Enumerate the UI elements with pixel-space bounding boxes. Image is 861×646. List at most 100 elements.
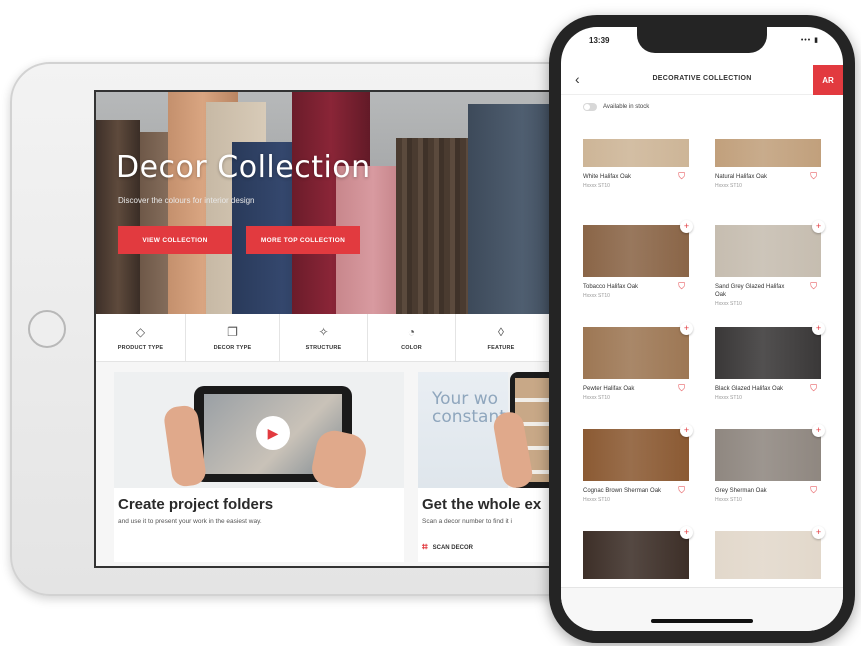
decor-tile[interactable]: + Grey Sherman Oak Hxxxx ST10 ⛉ (715, 424, 825, 503)
card-title: Create project folders (118, 496, 274, 513)
cart-icon[interactable]: ⛉ (810, 383, 817, 394)
layers-icon: ◇ (135, 325, 146, 339)
category-label: FEATURE (487, 345, 515, 351)
add-icon[interactable]: + (812, 322, 825, 335)
add-icon[interactable]: + (812, 220, 825, 233)
stock-filter-label: Available in stock (603, 104, 650, 110)
decor-name: Natural Halifax Oak (715, 174, 768, 180)
decor-tile[interactable]: + (715, 526, 825, 579)
phone-device: 13:39 ••• ▮ ‹ DECORATIVE COLLECTION AR A… (549, 15, 855, 643)
decor-code: Hxxxx ST10 (715, 301, 742, 307)
hero-banner: Decor Collection Discover the colours fo… (96, 92, 572, 314)
more-collection-button[interactable]: MORE TOP COLLECTION (246, 226, 360, 254)
hero-title: Decor Collection (116, 150, 371, 185)
decor-name: Tobacco Halifax Oak (583, 284, 639, 290)
decor-tile[interactable]: + Tobacco Halifax Oak Hxxxx ST10 ⛉ (583, 220, 693, 299)
phone-screen: 13:39 ••• ▮ ‹ DECORATIVE COLLECTION AR A… (561, 27, 843, 631)
cart-icon[interactable]: ⛉ (678, 171, 685, 182)
cart-icon[interactable]: ⛉ (810, 281, 817, 292)
decor-swatch[interactable]: + (715, 322, 825, 379)
drop-icon: ◊ (498, 325, 504, 339)
cart-icon[interactable]: ⛉ (678, 485, 685, 496)
decor-swatch[interactable]: + (583, 424, 693, 481)
status-icons: ••• ▮ (800, 37, 819, 44)
card-subtitle: Scan a decor number to find it i (422, 518, 512, 525)
cart-icon[interactable]: ⛉ (810, 485, 817, 496)
scan-decor-link[interactable]: ⌗ SCAN DECOR (422, 542, 473, 553)
phone-header-title: DECORATIVE COLLECTION (652, 75, 752, 82)
stack-icon: ❐ (227, 325, 238, 339)
decor-tile[interactable]: White Halifax Oak Hxxxx ST10 ⛉ (583, 139, 689, 189)
decor-swatch[interactable]: + (715, 424, 825, 481)
decor-swatch[interactable]: + (715, 526, 825, 579)
scan-icon: ⌗ (422, 542, 428, 553)
sparkle-icon: ✧ (318, 325, 329, 339)
decor-code: Hxxxx ST10 (715, 497, 742, 503)
category-color[interactable]: ◔ COLOR (368, 314, 456, 361)
decor-code: Hxxxx ST10 (583, 183, 610, 189)
decor-tile[interactable]: Natural Halifax Oak Hxxxx ST10 ⛉ (715, 139, 821, 189)
add-icon[interactable]: + (680, 220, 693, 233)
decor-name: Black Glazed Halifax Oak (715, 386, 784, 392)
add-icon[interactable]: + (812, 424, 825, 437)
decor-name: Pewter Halifax Oak (583, 386, 635, 392)
content-area: ▶ Create project folders and use it to p… (96, 362, 572, 566)
decor-tile[interactable]: + Black Glazed Halifax Oak Hxxxx ST10 ⛉ (715, 322, 825, 401)
home-indicator (651, 619, 753, 623)
decor-name: White Halifax Oak (583, 174, 632, 180)
tablet-home-button[interactable] (28, 310, 66, 348)
card-illustration: ▶ (114, 372, 404, 488)
decor-name: Sand Grey Glazed Halifax Oak (715, 284, 785, 298)
stock-filter[interactable]: Available in stock (583, 103, 649, 111)
hero-subtitle: Discover the colours for interior design (118, 196, 255, 205)
tablet-screen: Decor Collection Discover the colours fo… (94, 90, 574, 568)
scan-decor-label: SCAN DECOR (432, 544, 473, 551)
decor-tile[interactable]: + Cognac Brown Sherman Oak Hxxxx ST10 ⛉ (583, 424, 693, 503)
stock-toggle[interactable] (583, 103, 597, 111)
category-structure[interactable]: ✧ STRUCTURE (280, 314, 368, 361)
cart-icon[interactable]: ⛉ (810, 171, 817, 182)
category-label: DECOR TYPE (213, 345, 252, 351)
decor-swatch[interactable] (715, 139, 821, 167)
decor-swatch[interactable] (583, 139, 689, 167)
card-subtitle: and use it to present your work in the e… (118, 518, 262, 525)
category-bar: ◇ PRODUCT TYPE ❐ DECOR TYPE ✧ STRUCTURE … (96, 314, 572, 362)
decor-swatch[interactable]: + (583, 220, 693, 277)
category-label: PRODUCT TYPE (117, 345, 164, 351)
add-icon[interactable]: + (680, 322, 693, 335)
ar-button[interactable]: AR (813, 65, 843, 95)
decor-tile[interactable]: + Sand Grey Glazed Halifax Oak Hxxxx ST10 ⛉ (715, 220, 825, 307)
status-time: 13:39 (589, 36, 610, 45)
decor-tile[interactable]: + (583, 526, 693, 579)
decor-code: Hxxxx ST10 (583, 293, 610, 299)
decor-swatch[interactable]: + (583, 322, 693, 379)
category-product-type[interactable]: ◇ PRODUCT TYPE (96, 314, 186, 361)
phone-bottom-bar (561, 587, 843, 631)
decor-swatch[interactable]: + (583, 526, 693, 579)
view-collection-button[interactable]: VIEW COLLECTION (118, 226, 232, 254)
card-title: Get the whole ex (422, 496, 542, 513)
cart-icon[interactable]: ⛉ (678, 281, 685, 292)
decor-tile[interactable]: + Pewter Halifax Oak Hxxxx ST10 ⛉ (583, 322, 693, 401)
decor-code: Hxxxx ST10 (583, 497, 610, 503)
tablet-device: Decor Collection Discover the colours fo… (10, 62, 590, 596)
category-label: STRUCTURE (305, 345, 342, 351)
decor-name: Grey Sherman Oak (715, 488, 767, 494)
category-decor-type[interactable]: ❐ DECOR TYPE (186, 314, 280, 361)
project-folders-card[interactable]: ▶ Create project folders and use it to p… (114, 372, 404, 562)
add-icon[interactable]: + (680, 424, 693, 437)
decor-name: Cognac Brown Sherman Oak (583, 488, 662, 494)
category-label: COLOR (401, 345, 422, 351)
category-feature[interactable]: ◊ FEATURE (456, 314, 546, 361)
add-icon[interactable]: + (812, 526, 825, 539)
play-icon: ▶ (256, 416, 290, 450)
decor-code: Hxxxx ST10 (715, 183, 742, 189)
add-icon[interactable]: + (680, 526, 693, 539)
decor-code: Hxxxx ST10 (715, 395, 742, 401)
phone-header: ‹ DECORATIVE COLLECTION AR (561, 65, 843, 95)
palette-icon: ◔ (407, 325, 416, 339)
cart-icon[interactable]: ⛉ (678, 383, 685, 394)
decor-code: Hxxxx ST10 (583, 395, 610, 401)
decor-swatch[interactable]: + (715, 220, 825, 277)
phone-notch (637, 27, 767, 53)
